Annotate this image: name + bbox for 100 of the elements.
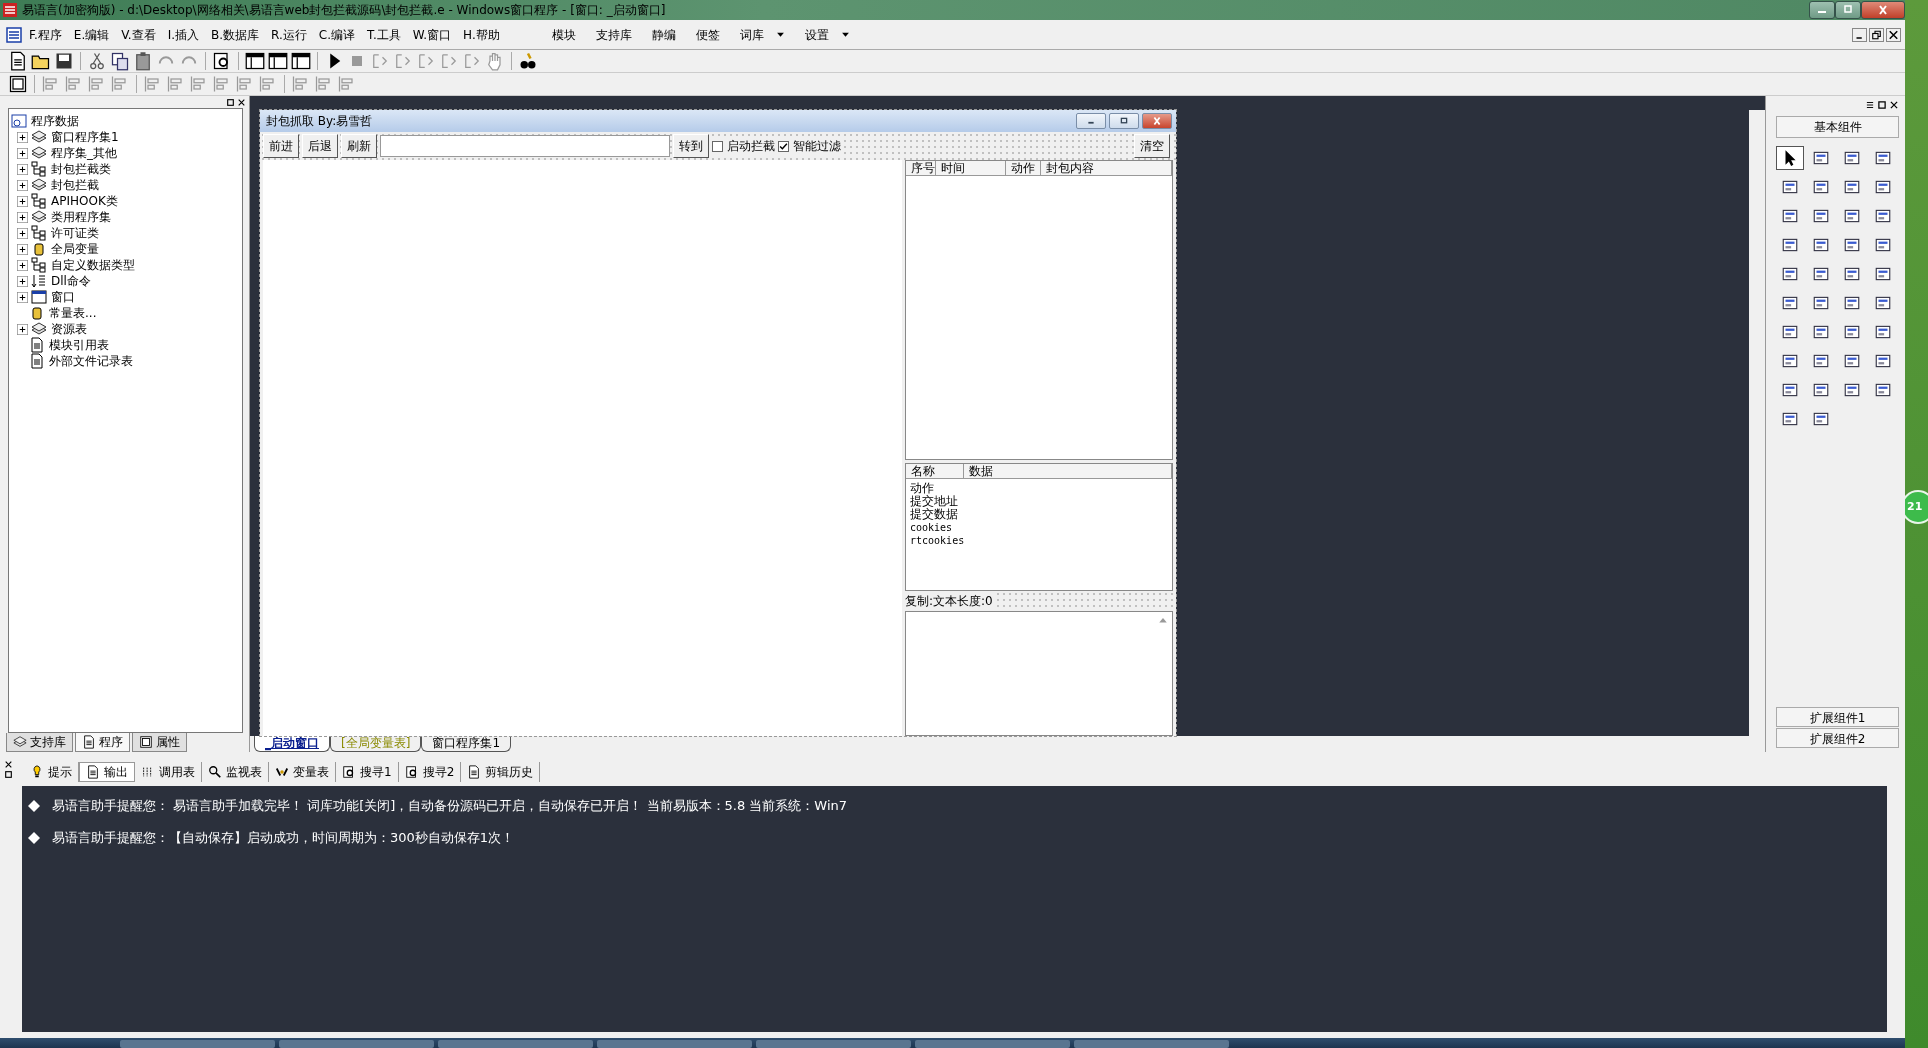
menu-item[interactable]: 便签 <box>690 23 725 46</box>
pin-icon[interactable] <box>226 97 235 107</box>
tree-item[interactable]: 全局变量 <box>51 240 99 258</box>
expand-toggle[interactable] <box>17 211 28 223</box>
component-icon[interactable] <box>1843 207 1861 225</box>
component-icon[interactable] <box>1781 178 1799 196</box>
column-header[interactable]: 数据 <box>964 464 1172 478</box>
list-row[interactable]: rtcookies <box>906 534 1172 547</box>
new-file-icon[interactable] <box>8 51 28 71</box>
tree-item[interactable]: 封包拦截 <box>51 176 99 194</box>
component-icon[interactable] <box>1812 207 1830 225</box>
tree-item[interactable]: 常量表... <box>49 304 97 322</box>
column-header[interactable]: 时间 <box>936 161 1006 175</box>
expand-toggle[interactable] <box>17 323 28 335</box>
component-icon[interactable] <box>1843 149 1861 167</box>
component-icon[interactable] <box>1781 381 1799 399</box>
column-header[interactable]: 动作 <box>1006 161 1041 175</box>
component-icon[interactable] <box>1874 323 1892 341</box>
app-menu-icon[interactable] <box>6 26 22 43</box>
close-button[interactable] <box>1861 1 1905 19</box>
component-icon[interactable] <box>1781 236 1799 254</box>
output-tab[interactable]: 搜寻2 <box>398 762 462 782</box>
component-icon[interactable] <box>1781 294 1799 312</box>
close-icon[interactable] <box>1889 100 1899 110</box>
layout-icon[interactable] <box>291 51 311 71</box>
menu-item[interactable]: B.数据库 <box>206 23 265 46</box>
output-tab[interactable]: 剪辑历史 <box>461 762 541 782</box>
nav-button[interactable]: 后退 <box>302 134 338 158</box>
expand-toggle[interactable] <box>17 227 28 239</box>
output-tab[interactable]: 变量表 <box>269 762 336 782</box>
menu-item[interactable]: W.窗口 <box>407 23 457 46</box>
checkbox[interactable] <box>711 140 723 152</box>
component-icon[interactable] <box>1874 381 1892 399</box>
tree-item[interactable]: 外部文件记录表 <box>49 352 133 370</box>
menu-item[interactable]: I.插入 <box>162 23 205 46</box>
component-icon[interactable] <box>1781 352 1799 370</box>
close-icon[interactable] <box>237 97 246 107</box>
component-icon[interactable] <box>1812 352 1830 370</box>
component-icon[interactable] <box>1812 178 1830 196</box>
panel-tab[interactable]: 程序 <box>75 733 130 752</box>
component-icon[interactable] <box>1874 207 1892 225</box>
component-icon[interactable] <box>1874 265 1892 283</box>
component-icon[interactable] <box>1781 323 1799 341</box>
column-header[interactable]: 名称 <box>906 464 964 478</box>
component-icon[interactable] <box>1781 410 1799 428</box>
close-button[interactable] <box>1886 27 1901 42</box>
nav-button[interactable]: 刷新 <box>341 134 377 158</box>
expand-toggle[interactable] <box>17 259 28 271</box>
component-icon[interactable] <box>1843 178 1861 196</box>
menu-item[interactable]: H.帮助 <box>458 23 505 46</box>
component-icon[interactable] <box>1874 294 1892 312</box>
menu-icon[interactable] <box>1865 100 1875 110</box>
close-icon[interactable] <box>4 760 13 769</box>
component-icon[interactable] <box>1843 381 1861 399</box>
component-icon[interactable] <box>1812 323 1830 341</box>
tree-item[interactable]: 窗口程序集1 <box>51 128 119 146</box>
editor-tab[interactable]: _启动窗口 <box>254 736 330 752</box>
component-icon[interactable] <box>1812 265 1830 283</box>
component-group-button[interactable]: 扩展组件1 <box>1776 707 1899 727</box>
pin-icon[interactable] <box>4 770 13 779</box>
menu-item[interactable]: C.编译 <box>313 23 361 46</box>
component-icon[interactable] <box>1812 294 1830 312</box>
url-field[interactable] <box>380 135 670 157</box>
expand-toggle[interactable] <box>17 179 28 191</box>
tree-item[interactable]: 封包拦截类 <box>51 160 111 178</box>
component-icon[interactable] <box>1812 410 1830 428</box>
save-icon[interactable] <box>54 51 74 71</box>
maximize-button[interactable] <box>1109 113 1139 129</box>
component-group-button[interactable]: 扩展组件2 <box>1776 728 1899 748</box>
list-row[interactable]: cookies <box>906 521 1172 534</box>
expand-toggle[interactable] <box>17 147 28 159</box>
editor-tab[interactable]: 窗口程序集1 <box>421 736 511 752</box>
menu-item[interactable]: R.运行 <box>266 23 312 46</box>
component-icon[interactable] <box>1812 236 1830 254</box>
panel-tab[interactable]: 支持库 <box>6 733 73 752</box>
menu-item[interactable]: E.编辑 <box>68 23 115 46</box>
output-tab[interactable]: 调用表 <box>135 762 202 782</box>
tree-item[interactable]: 窗口 <box>51 288 75 306</box>
component-icon[interactable] <box>1812 381 1830 399</box>
list-row[interactable]: 动作 <box>906 482 1172 495</box>
pin-icon[interactable] <box>1877 100 1887 110</box>
component-icon[interactable] <box>1843 294 1861 312</box>
component-icon[interactable] <box>1843 265 1861 283</box>
tree-item[interactable]: 资源表 <box>51 320 87 338</box>
panel-tab[interactable]: 属性 <box>132 733 187 752</box>
column-header[interactable]: 序号 <box>906 161 936 175</box>
tree-item[interactable]: 自定义数据类型 <box>51 256 135 274</box>
tree-item[interactable]: 程序集_其他 <box>51 144 117 162</box>
nav-button[interactable]: 前进 <box>263 134 299 158</box>
text-area[interactable] <box>905 611 1173 736</box>
output-tab[interactable]: 搜寻1 <box>336 762 399 782</box>
go-button[interactable]: 转到 <box>672 134 709 158</box>
component-icon[interactable] <box>1812 149 1830 167</box>
menu-item[interactable]: 支持库 <box>590 23 637 46</box>
tree-item[interactable]: APIHOOK类 <box>51 192 118 210</box>
expand-toggle[interactable] <box>17 163 28 175</box>
copy-icon[interactable] <box>110 51 130 71</box>
checkbox[interactable] <box>777 140 789 152</box>
paste-icon[interactable] <box>133 51 153 71</box>
tree-item[interactable]: 类用程序集 <box>51 208 111 226</box>
